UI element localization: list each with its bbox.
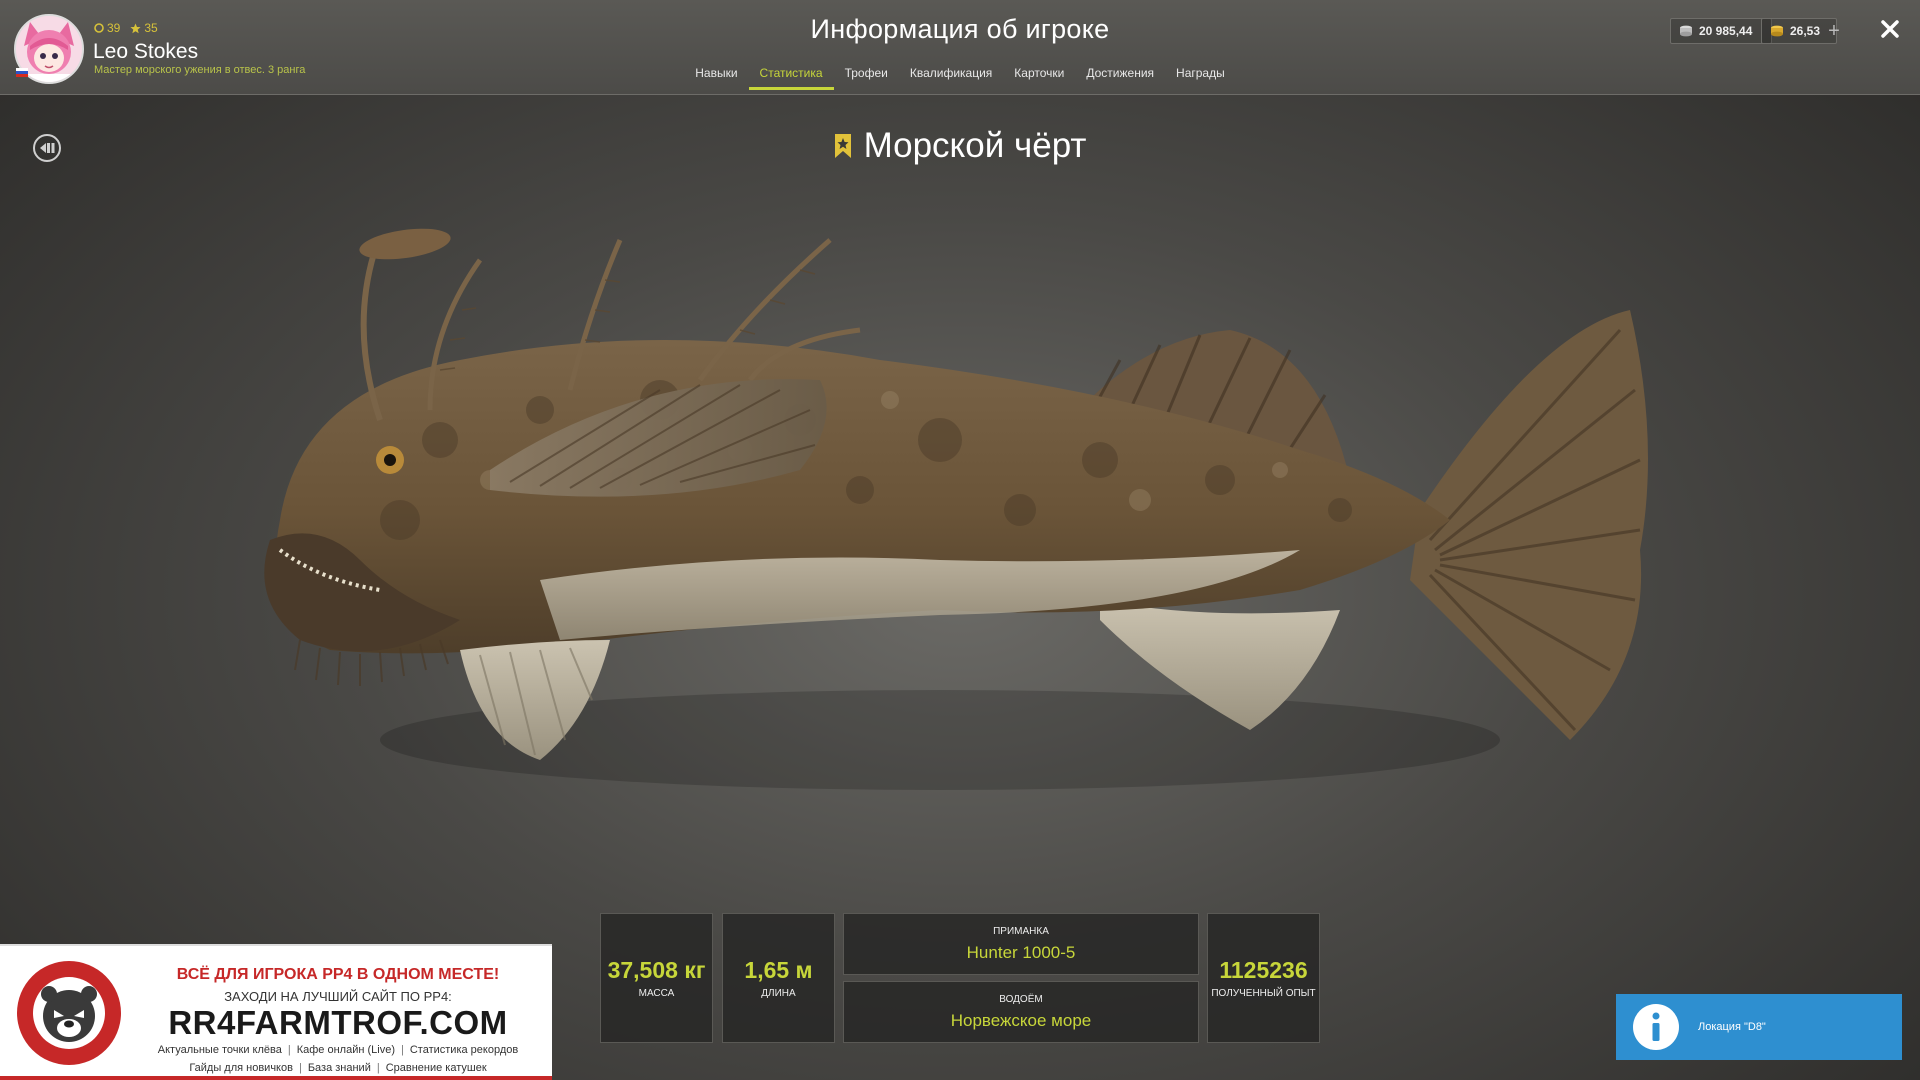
bait-label: ПРИМАНКА bbox=[993, 925, 1049, 937]
close-button[interactable] bbox=[1875, 14, 1905, 44]
mass-label: МАССА bbox=[638, 988, 675, 999]
mass-tile: 37,508 кг МАССА bbox=[600, 913, 713, 1043]
ad-link-knowledge-base[interactable]: База знаний bbox=[308, 1062, 371, 1074]
tab-statistics[interactable]: Статистика bbox=[748, 66, 834, 90]
notification-text: Локация "D8" bbox=[1698, 1021, 1766, 1033]
length-tile: 1,65 м ДЛИНА bbox=[722, 913, 835, 1043]
ad-links-row-1: Актуальные точки клёва | Кафе онлайн (Live… bbox=[140, 1044, 536, 1056]
separator: | bbox=[400, 1044, 404, 1056]
experience-value: 1125236 bbox=[1219, 957, 1308, 983]
fish-name-header: Морской чёрт bbox=[0, 126, 1920, 166]
experience-tile: 1125236 ПОЛУЧЕННЫЙ ОПЫТ bbox=[1207, 913, 1320, 1043]
silver-coins-icon bbox=[1680, 25, 1692, 37]
tab-rewards[interactable]: Награды bbox=[1165, 66, 1236, 90]
ad-links-row-2: Гайды для новичков | База знаний | Сравнение… bbox=[140, 1062, 536, 1074]
silver-balance[interactable]: 20 985,44 bbox=[1670, 18, 1772, 44]
bookmark-icon bbox=[834, 134, 851, 158]
fish-name: Морской чёрт bbox=[863, 126, 1087, 165]
ad-link-active-spots[interactable]: Актуальные точки клёва bbox=[158, 1044, 282, 1056]
add-currency-button[interactable]: + bbox=[1822, 18, 1846, 44]
mass-value: 37,508 кг bbox=[607, 957, 706, 983]
experience-label: ПОЛУЧЕННЫЙ ОПЫТ bbox=[1211, 988, 1316, 999]
tab-bar: Навыки Статистика Трофеи Квалификация Ка… bbox=[0, 66, 1920, 90]
tab-trophies[interactable]: Трофеи bbox=[834, 66, 899, 90]
page-title: Информация об игроке bbox=[810, 14, 1110, 44]
ad-link-reel-comparison[interactable]: Сравнение катушек bbox=[386, 1062, 487, 1074]
plus-icon: + bbox=[1828, 19, 1840, 42]
info-icon bbox=[1633, 1004, 1679, 1050]
ad-banner[interactable]: ВСЁ ДЛЯ ИГРОКА РР4 В ОДНОМ МЕСТЕ! ЗАХОДИ… bbox=[0, 944, 552, 1080]
length-label: ДЛИНА bbox=[761, 988, 796, 999]
tab-qualification[interactable]: Квалификация bbox=[899, 66, 1003, 90]
ad-link-cafe-online[interactable]: Кафе онлайн (Live) bbox=[297, 1044, 395, 1056]
ad-subline: ЗАХОДИ НА ЛУЧШИЙ САЙТ ПО РР4: bbox=[224, 989, 452, 1004]
water-value: Норвежское море bbox=[950, 1010, 1092, 1030]
water-tile: ВОДОЁМ Норвежское море bbox=[843, 981, 1199, 1043]
fish-model-image bbox=[264, 228, 1648, 790]
tab-cards[interactable]: Карточки bbox=[1003, 66, 1075, 90]
separator: | bbox=[298, 1062, 302, 1074]
ad-headline: ВСЁ ДЛЯ ИГРОКА РР4 В ОДНОМ МЕСТЕ! bbox=[176, 966, 500, 983]
separator: | bbox=[376, 1062, 380, 1074]
length-value: 1,65 м bbox=[744, 957, 813, 983]
tab-achievements[interactable]: Достижения bbox=[1075, 66, 1165, 90]
bait-tile: ПРИМАНКА Hunter 1000-5 bbox=[843, 913, 1199, 975]
ad-link-beginner-guides[interactable]: Гайды для новичков bbox=[189, 1062, 293, 1074]
ad-link-record-stats[interactable]: Статистика рекордов bbox=[410, 1044, 518, 1056]
water-label: ВОДОЁМ bbox=[999, 993, 1043, 1005]
gold-coins-icon bbox=[1771, 25, 1783, 37]
ad-site-link[interactable]: RR4FARMTROF.COM bbox=[140, 1004, 536, 1042]
location-notification[interactable]: Локация "D8" bbox=[1616, 994, 1902, 1060]
bait-value: Hunter 1000-5 bbox=[966, 942, 1076, 962]
separator: | bbox=[287, 1044, 291, 1056]
ad-logo-icon bbox=[17, 961, 121, 1065]
top-bar: 39 35 Leo Stokes Мастер морского ужения … bbox=[0, 0, 1920, 95]
close-icon bbox=[1881, 20, 1899, 38]
tab-skills[interactable]: Навыки bbox=[684, 66, 748, 90]
